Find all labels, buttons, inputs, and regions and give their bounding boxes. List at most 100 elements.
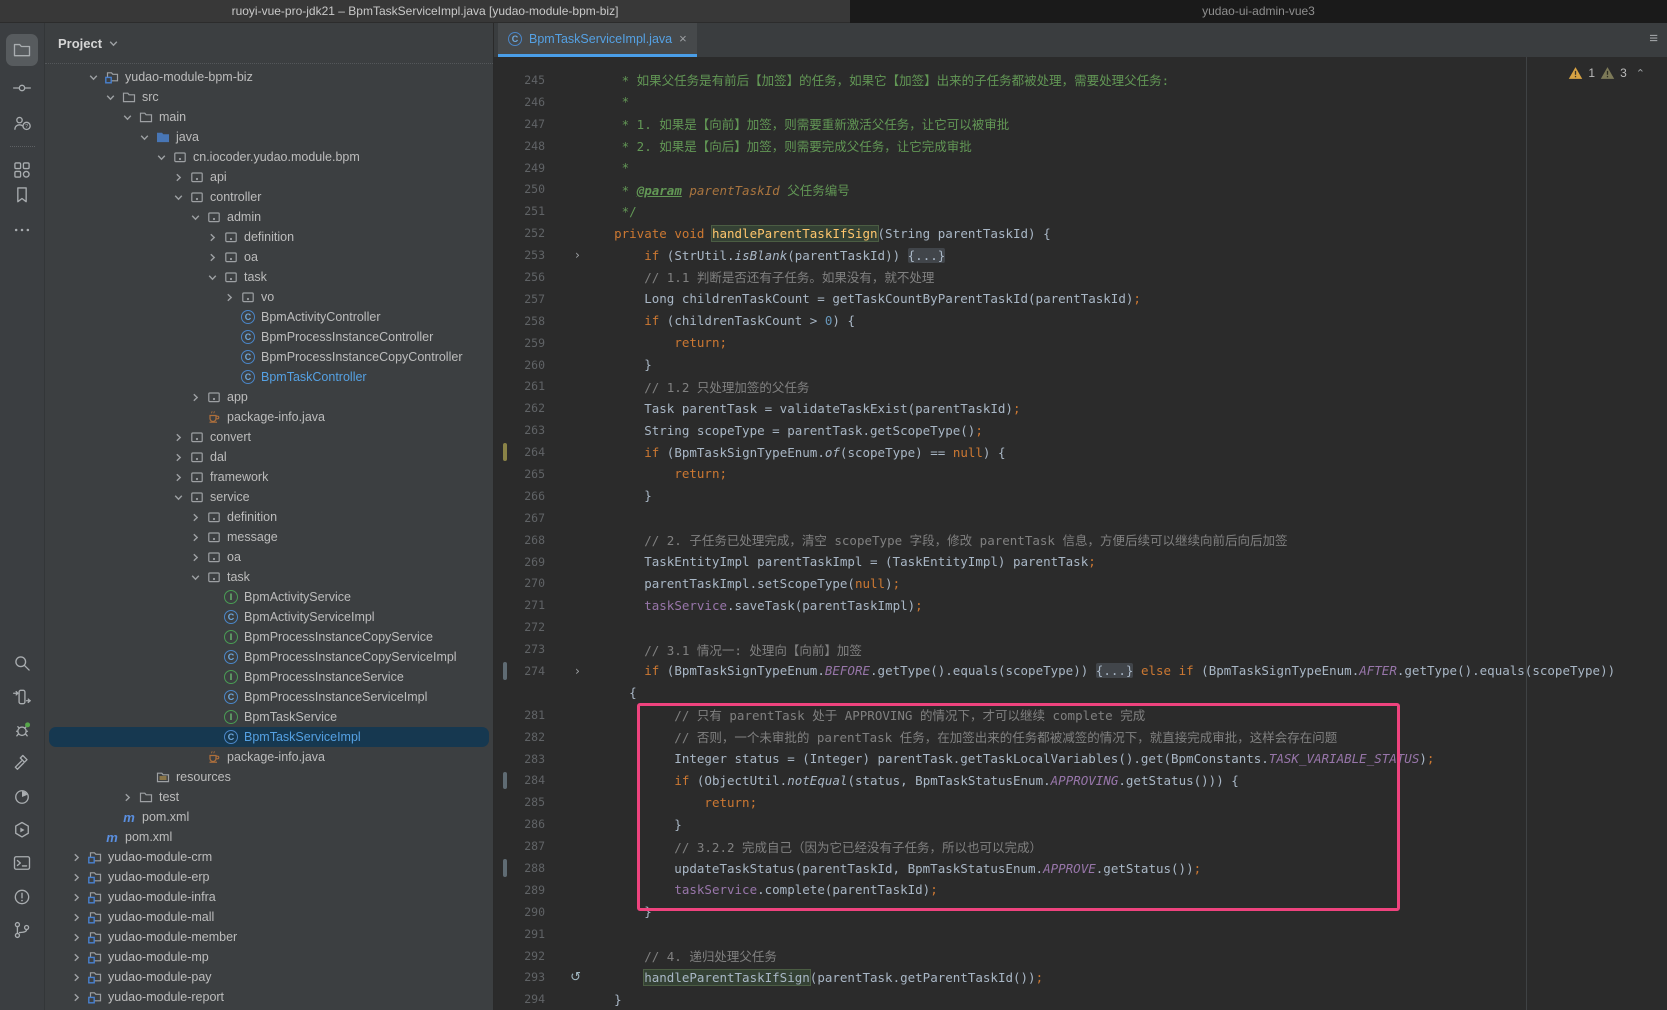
- build-icon[interactable]: [6, 747, 38, 779]
- inspections-widget[interactable]: 1 3 ⌃: [1568, 66, 1645, 80]
- tree-item-bpmtaskcontroller[interactable]: CBpmTaskController: [49, 367, 489, 387]
- code-line-249[interactable]: 249 *: [494, 157, 1667, 179]
- code-line-281[interactable]: 281 // 只有 parentTask 处于 APPROVING 的情况下，才…: [494, 704, 1667, 726]
- code-line-270[interactable]: 270 parentTaskImpl.setScopeType(null);: [494, 572, 1667, 594]
- code-line-294[interactable]: 294 }: [494, 988, 1667, 1010]
- code-line-263[interactable]: 263 String scopeType = parentTask.getSco…: [494, 419, 1667, 441]
- tree-item-admin[interactable]: admin: [49, 207, 489, 227]
- code-line-288[interactable]: 288 updateTaskStatus(parentTaskId, BpmTa…: [494, 857, 1667, 879]
- tabbar-options-icon[interactable]: ≡: [1649, 30, 1658, 47]
- tree-item-bpmprocessinstancecopyserviceimpl[interactable]: CBpmProcessInstanceCopyServiceImpl: [49, 647, 489, 667]
- tree-item-framework[interactable]: framework: [49, 467, 489, 487]
- chevron-collapsed-icon[interactable]: [186, 552, 205, 563]
- tree-item-bpmprocessinstancecopycontroller[interactable]: CBpmProcessInstanceCopyController: [49, 347, 489, 367]
- tree-item-package-info-java[interactable]: package-info.java: [49, 407, 489, 427]
- tree-item-yudao-module-bpm-biz[interactable]: yudao-module-bpm-biz: [49, 67, 489, 87]
- code-line-264[interactable]: 264 if (BpmTaskSignTypeEnum.of(scopeType…: [494, 441, 1667, 463]
- code-line-261[interactable]: 261 // 1.2 只处理加签的父任务: [494, 375, 1667, 397]
- chevron-collapsed-icon[interactable]: [67, 972, 86, 983]
- tree-item-yudao-module-infra[interactable]: yudao-module-infra: [49, 887, 489, 907]
- tree-item-yudao-module-report[interactable]: yudao-module-report: [49, 987, 489, 1007]
- code-line-287[interactable]: 287 // 3.2.2 完成自己（因为它已经没有子任务，所以也可以完成）: [494, 835, 1667, 857]
- code-line-252[interactable]: 252 private void handleParentTaskIfSign(…: [494, 222, 1667, 244]
- chevron-collapsed-icon[interactable]: [203, 252, 222, 263]
- tree-item-resources[interactable]: resources: [49, 767, 489, 787]
- tree-item-oa[interactable]: oa: [49, 247, 489, 267]
- chevron-expanded-icon[interactable]: [203, 272, 222, 283]
- code-line-274[interactable]: 274› if (BpmTaskSignTypeEnum.BEFORE.getT…: [494, 660, 1667, 682]
- chevron-expanded-icon[interactable]: [135, 132, 154, 143]
- tree-item-bpmprocessinstanceservice[interactable]: IBpmProcessInstanceService: [49, 667, 489, 687]
- tree-item-dal[interactable]: dal: [49, 447, 489, 467]
- chevron-collapsed-icon[interactable]: [67, 932, 86, 943]
- tree-item-bpmactivityserviceimpl[interactable]: CBpmActivityServiceImpl: [49, 607, 489, 627]
- tree-item-pom-xml[interactable]: mpom.xml: [49, 827, 489, 847]
- tree-item-api[interactable]: api: [49, 167, 489, 187]
- code-line-282[interactable]: 282 // 否则，一个未审批的 parentTask 任务，在加签出来的任务都…: [494, 726, 1667, 748]
- tab-close-icon[interactable]: ×: [679, 32, 687, 45]
- code-line-293[interactable]: 293↺ handleParentTaskIfSign(parentTask.g…: [494, 967, 1667, 989]
- chevron-collapsed-icon[interactable]: [67, 952, 86, 963]
- tree-item-yudao-module-erp[interactable]: yudao-module-erp: [49, 867, 489, 887]
- code-line-272[interactable]: 272: [494, 616, 1667, 638]
- chevron-collapsed-icon[interactable]: [169, 472, 188, 483]
- code-line-271[interactable]: 271 taskService.saveTask(parentTaskImpl)…: [494, 594, 1667, 616]
- code-line-290[interactable]: 290 }: [494, 901, 1667, 923]
- tree-item-src[interactable]: src: [49, 87, 489, 107]
- chevron-expanded-icon[interactable]: [186, 572, 205, 583]
- tree-item-bpmactivityservice[interactable]: IBpmActivityService: [49, 587, 489, 607]
- tree-item-bpmprocessinstanceserviceimpl[interactable]: CBpmProcessInstanceServiceImpl: [49, 687, 489, 707]
- tree-item-bpmactivitycontroller[interactable]: CBpmActivityController: [49, 307, 489, 327]
- chevron-expanded-icon[interactable]: [152, 152, 171, 163]
- tree-item-app[interactable]: app: [49, 387, 489, 407]
- code-line-wrap[interactable]: {: [494, 682, 1667, 704]
- chevron-collapsed-icon[interactable]: [186, 512, 205, 523]
- chevron-expanded-icon[interactable]: [118, 112, 137, 123]
- chevron-collapsed-icon[interactable]: [118, 792, 137, 803]
- tree-item-vo[interactable]: vo: [49, 287, 489, 307]
- code-line-273[interactable]: 273 // 3.1 情况一: 处理向【向前】加签: [494, 638, 1667, 660]
- chevron-collapsed-icon[interactable]: [67, 852, 86, 863]
- chevron-collapsed-icon[interactable]: [169, 452, 188, 463]
- tree-item-task[interactable]: task: [49, 267, 489, 287]
- chevron-expanded-icon[interactable]: [84, 72, 103, 83]
- tree-item-definition[interactable]: definition: [49, 507, 489, 527]
- tree-item-oa[interactable]: oa: [49, 547, 489, 567]
- code-line-265[interactable]: 265 return;: [494, 463, 1667, 485]
- tree-item-cn-iocoder-yudao-module-bpm[interactable]: cn.iocoder.yudao.module.bpm: [49, 147, 489, 167]
- tree-item-package-info-java[interactable]: package-info.java: [49, 747, 489, 767]
- tree-item-definition[interactable]: definition: [49, 227, 489, 247]
- chevron-expanded-icon[interactable]: [169, 492, 188, 503]
- code-line-260[interactable]: 260 }: [494, 354, 1667, 376]
- code-line-267[interactable]: 267: [494, 507, 1667, 529]
- project-panel-header[interactable]: Project: [45, 23, 493, 64]
- chevron-collapsed-icon[interactable]: [169, 432, 188, 443]
- code-line-257[interactable]: 257 Long childrenTaskCount = getTaskCoun…: [494, 288, 1667, 310]
- bookmarks-icon[interactable]: [6, 179, 38, 211]
- chevron-collapsed-icon[interactable]: [67, 892, 86, 903]
- tree-item-yudao-module-mp[interactable]: yudao-module-mp: [49, 947, 489, 967]
- tree-item-controller[interactable]: controller: [49, 187, 489, 207]
- tab-bpmtaskserviceimpl[interactable]: C BpmTaskServiceImpl.java ×: [498, 23, 697, 57]
- tree-item-task[interactable]: task: [49, 567, 489, 587]
- tree-item-bpmprocessinstancecopyservice[interactable]: IBpmProcessInstanceCopyService: [49, 627, 489, 647]
- services-icon[interactable]: [6, 814, 38, 846]
- tree-item-message[interactable]: message: [49, 527, 489, 547]
- git-branch-icon[interactable]: [6, 914, 38, 946]
- terminal-icon[interactable]: [6, 847, 38, 879]
- code-line-285[interactable]: 285 return;: [494, 791, 1667, 813]
- code-line-268[interactable]: 268 // 2. 子任务已处理完成，清空 scopeType 字段，修改 pa…: [494, 529, 1667, 551]
- code-line-250[interactable]: 250 * @param parentTaskId 父任务编号: [494, 178, 1667, 200]
- code-line-253[interactable]: 253› if (StrUtil.isBlank(parentTaskId)) …: [494, 244, 1667, 266]
- commit-icon[interactable]: [6, 72, 38, 104]
- problems-icon[interactable]: [6, 881, 38, 913]
- code-line-262[interactable]: 262 Task parentTask = validateTaskExist(…: [494, 397, 1667, 419]
- tree-item-yudao-module-pay[interactable]: yudao-module-pay: [49, 967, 489, 987]
- chevron-expanded-icon[interactable]: [101, 92, 120, 103]
- tree-item-yudao-module-mall[interactable]: yudao-module-mall: [49, 907, 489, 927]
- chevron-collapsed-icon[interactable]: [67, 912, 86, 923]
- tree-item-java[interactable]: java: [49, 127, 489, 147]
- code-line-269[interactable]: 269 TaskEntityImpl parentTaskImpl = (Tas…: [494, 551, 1667, 573]
- code-line-292[interactable]: 292 // 4. 递归处理父任务: [494, 945, 1667, 967]
- tree-item-bpmtaskservice[interactable]: IBpmTaskService: [49, 707, 489, 727]
